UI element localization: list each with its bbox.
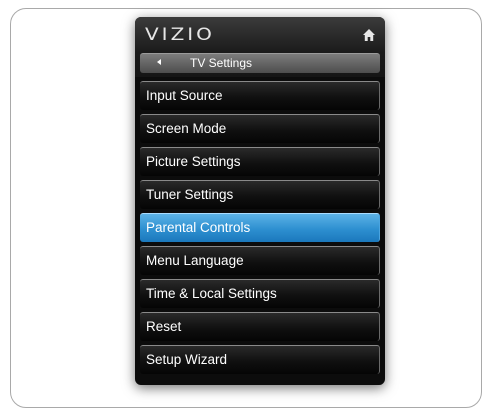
tv-settings-menu: VIZIO TV Settings Input Source Screen Mo…: [135, 17, 385, 385]
menu-item-time-local-settings[interactable]: Time & Local Settings: [140, 279, 380, 308]
brand-logo: VIZIO: [145, 24, 215, 45]
menu-item-picture-settings[interactable]: Picture Settings: [140, 147, 380, 176]
home-icon[interactable]: [362, 28, 376, 42]
menu-item-screen-mode[interactable]: Screen Mode: [140, 114, 380, 143]
menu-item-setup-wizard[interactable]: Setup Wizard: [140, 345, 380, 374]
breadcrumb[interactable]: TV Settings: [140, 53, 380, 73]
menu-items: Input Source Screen Mode Picture Setting…: [140, 81, 380, 378]
menu-item-menu-language[interactable]: Menu Language: [140, 246, 380, 275]
menu-item-tuner-settings[interactable]: Tuner Settings: [140, 180, 380, 209]
menu-item-parental-controls[interactable]: Parental Controls: [140, 213, 380, 242]
menu-item-input-source[interactable]: Input Source: [140, 81, 380, 110]
breadcrumb-label: TV Settings: [190, 56, 253, 70]
menu-item-reset[interactable]: Reset: [140, 312, 380, 341]
menu-header: VIZIO TV Settings: [135, 17, 385, 77]
back-arrow-icon[interactable]: [157, 59, 161, 65]
